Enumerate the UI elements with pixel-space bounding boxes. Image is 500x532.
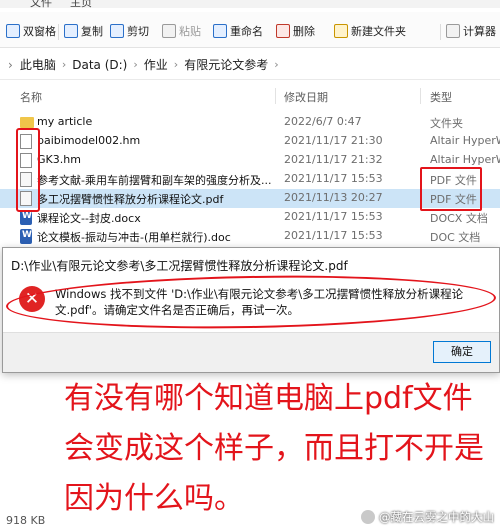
file-type: Altair HyperW — [430, 153, 500, 166]
rename-icon — [213, 24, 227, 38]
new-folder-label: 新建文件夹 — [351, 25, 406, 38]
rename-label: 重命名 — [230, 25, 263, 38]
file-date: 2021/11/17 21:32 — [284, 153, 383, 166]
watermark-text: @藏在云雾之中的大山 — [379, 510, 494, 524]
scissors-icon — [110, 24, 124, 38]
file-row[interactable]: baibimodel002.hm 2021/11/17 21:30 Altair… — [0, 132, 500, 151]
file-row[interactable]: 课程论文--封皮.docx 2021/11/17 15:53 DOCX 文档 — [0, 208, 500, 227]
file-type: DOC 文档 — [430, 231, 481, 244]
column-divider[interactable] — [275, 88, 276, 104]
file-date: 2021/11/17 21:30 — [284, 134, 383, 147]
breadcrumb-homework[interactable]: 作业 — [144, 56, 168, 73]
file-date: 2021/11/17 15:53 — [284, 229, 383, 242]
file-name: baibimodel002.hm — [37, 134, 141, 147]
error-dialog: D:\作业\有限元论文参考\多工况摆臂惯性释放分析课程论文.pdf ✕ Wind… — [2, 247, 500, 373]
chevron-right-icon[interactable]: › — [133, 58, 137, 71]
file-list-header: 名称 修改日期 类型 — [0, 86, 500, 106]
column-header-type[interactable]: 类型 — [430, 89, 452, 105]
file-name: 论文模板-振动与冲击-(用单栏就行).doc — [37, 231, 231, 244]
pdf-icon — [20, 191, 32, 206]
dialog-title: D:\作业\有限元论文参考\多工况摆臂惯性释放分析课程论文.pdf — [11, 259, 348, 273]
cut-button[interactable]: 剪切 — [110, 22, 149, 40]
file-name: 课程论文--封皮.docx — [37, 212, 141, 225]
folder-icon — [20, 117, 34, 128]
file-date: 2021/11/17 15:53 — [284, 172, 383, 185]
chevron-right-icon[interactable]: › — [274, 58, 278, 71]
file-type: DOCX 文档 — [430, 212, 488, 225]
dialog-footer: 确定 — [3, 332, 499, 372]
calculator-button[interactable]: 计算器 — [446, 22, 496, 40]
pdf-icon — [20, 172, 32, 187]
file-type: 文件夹 — [430, 117, 463, 130]
copy-icon — [64, 24, 78, 38]
error-message: Windows 找不到文件 'D:\作业\有限元论文参考\多工况摆臂惯性释放分析… — [55, 287, 464, 317]
rename-button[interactable]: 重命名 — [213, 22, 263, 40]
ok-button[interactable]: 确定 — [433, 341, 491, 363]
toolbar: 双窗格 复制 剪切 粘贴 重命名 删除 新建文件夹 计算器 — [0, 12, 500, 48]
document-icon — [20, 153, 32, 168]
chevron-right-icon[interactable]: › — [62, 58, 66, 71]
error-icon: ✕ — [19, 286, 45, 312]
file-name: 多工况摆臂惯性释放分析课程论文.pdf — [37, 193, 224, 206]
new-folder-icon — [334, 24, 348, 38]
paste-icon — [162, 24, 176, 38]
file-name: 参考文献-乘用车前摆臂和副车架的强度分析及... — [37, 174, 272, 187]
file-type: PDF 文件 — [430, 193, 477, 206]
question-line: 会变成这个样子，而且打不开是 — [64, 431, 484, 466]
watermark: @藏在云雾之中的大山 — [361, 509, 494, 525]
question-line: 有没有哪个知道电脑上pdf文件 — [64, 381, 473, 416]
address-bar[interactable]: › 此电脑 › Data (D:) › 作业 › 有限元论文参考 › — [0, 50, 500, 80]
file-type: PDF 文件 — [430, 174, 477, 187]
dual-pane-label: 双窗格 — [23, 25, 56, 38]
breadcrumb-current-folder[interactable]: 有限元论文参考 — [184, 56, 268, 73]
question-text: 有没有哪个知道电脑上pdf文件 会变成这个样子，而且打不开是 因为什么吗。 — [64, 374, 494, 524]
file-name: GK3.hm — [37, 153, 81, 166]
calculator-icon — [446, 24, 460, 38]
file-row[interactable]: 论文模板-振动与冲击-(用单栏就行).doc 2021/11/17 15:53 … — [0, 227, 500, 246]
file-type: Altair HyperW — [430, 134, 500, 147]
copy-button[interactable]: 复制 — [64, 22, 103, 40]
column-header-name[interactable]: 名称 — [20, 89, 42, 105]
chevron-right-icon[interactable]: › — [174, 58, 178, 71]
file-row[interactable]: GK3.hm 2021/11/17 21:32 Altair HyperW — [0, 151, 500, 170]
calculator-label: 计算器 — [463, 25, 496, 38]
word-icon — [20, 229, 32, 244]
paste-button[interactable]: 粘贴 — [162, 22, 201, 40]
ribbon-tabs: 文件 主页 — [0, 0, 500, 8]
delete-label: 删除 — [293, 25, 315, 38]
delete-button[interactable]: 删除 — [276, 22, 315, 40]
toolbar-divider — [58, 24, 59, 40]
file-date: 2021/11/17 15:53 — [284, 210, 383, 223]
breadcrumb-drive[interactable]: Data (D:) — [72, 58, 127, 72]
toolbar-divider — [440, 24, 441, 40]
new-folder-button[interactable]: 新建文件夹 — [334, 22, 406, 40]
file-name: my article — [37, 115, 93, 128]
paste-label: 粘贴 — [179, 25, 201, 38]
file-row[interactable]: my article 2022/6/7 0:47 文件夹 — [0, 113, 500, 132]
column-divider[interactable] — [420, 88, 421, 104]
watermark-logo-icon — [361, 510, 375, 524]
cut-label: 剪切 — [127, 25, 149, 38]
word-icon — [20, 210, 32, 225]
copy-label: 复制 — [81, 25, 103, 38]
file-row[interactable]: 参考文献-乘用车前摆臂和副车架的强度分析及... 2021/11/17 15:5… — [0, 170, 500, 189]
document-icon — [20, 134, 32, 149]
delete-icon — [276, 24, 290, 38]
column-header-date[interactable]: 修改日期 — [284, 89, 328, 105]
chevron-right-icon: › — [8, 57, 13, 72]
dual-pane-button[interactable]: 双窗格 — [6, 22, 56, 40]
file-date: 2021/11/13 20:27 — [284, 191, 383, 204]
ribbon-tab[interactable]: 文件 — [30, 0, 52, 8]
dual-pane-icon — [6, 24, 20, 38]
ribbon-tab[interactable]: 主页 — [70, 0, 92, 8]
file-row-selected[interactable]: 多工况摆臂惯性释放分析课程论文.pdf 2021/11/13 20:27 PDF… — [0, 189, 500, 208]
file-size-label: 918 KB — [6, 514, 46, 527]
file-date: 2022/6/7 0:47 — [284, 115, 362, 128]
breadcrumb-this-pc[interactable]: 此电脑 — [20, 56, 56, 73]
